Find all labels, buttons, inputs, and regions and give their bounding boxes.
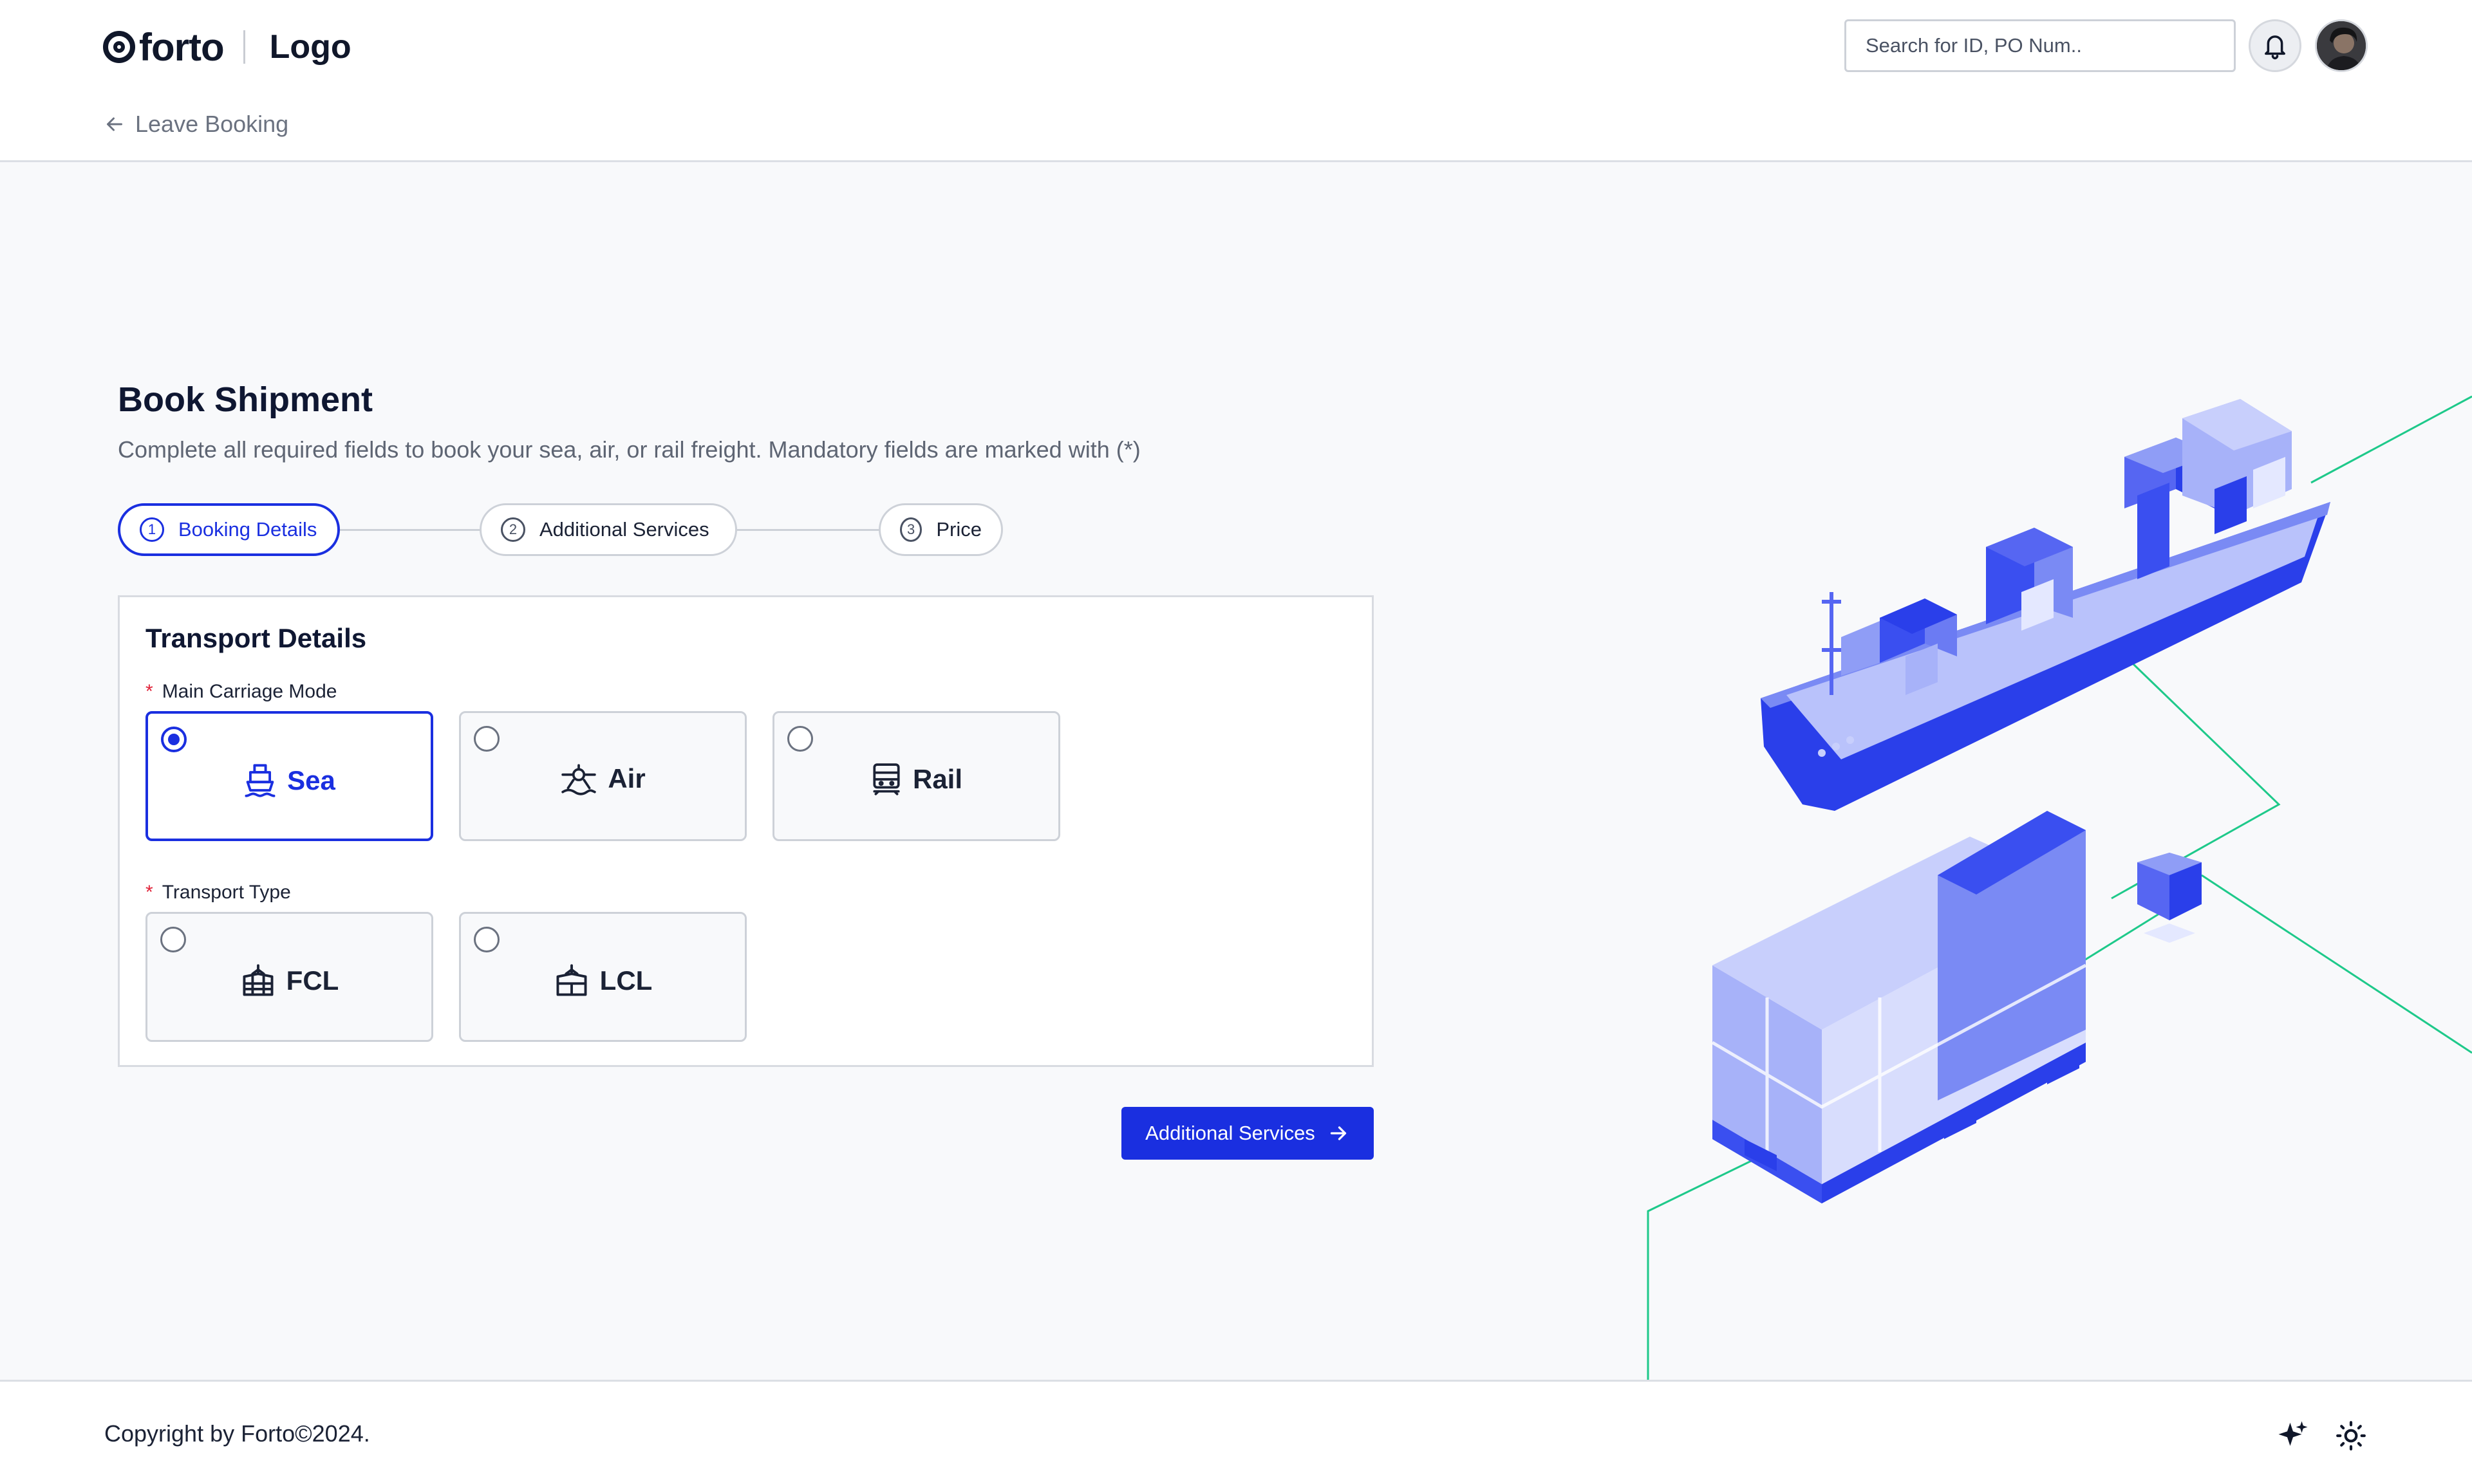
arrow-left-icon (107, 117, 122, 131)
sun-icon (2336, 1421, 2366, 1451)
required-asterisk: * (145, 882, 153, 903)
step-label: Price (936, 518, 982, 541)
option-label: FCL (286, 965, 339, 996)
card-title: Transport Details (145, 623, 367, 653)
copyright-text: Copyright by Forto©2024. (104, 1420, 370, 1447)
brand[interactable]: forto Logo (103, 24, 351, 70)
button-label: Additional Services (1145, 1122, 1315, 1144)
transport-option-lcl[interactable]: LCL (459, 912, 747, 1042)
option-label: LCL (599, 965, 653, 996)
page-subtitle: Complete all required fields to book you… (118, 436, 1141, 463)
step-number: 3 (900, 517, 922, 542)
radio-fcl[interactable] (160, 927, 186, 952)
main-carriage-mode-label: * Main Carriage Mode (145, 681, 337, 702)
train-icon (873, 763, 900, 795)
transport-option-fcl[interactable]: FCL (145, 912, 433, 1042)
option-label: Rail (912, 764, 963, 794)
step-additional-services[interactable]: 2 Additional Services (480, 503, 737, 556)
brand-divider (243, 30, 245, 64)
additional-services-button[interactable]: Additional Services (1121, 1107, 1374, 1160)
theme-toggle-button[interactable] (2332, 1416, 2370, 1455)
ship-icon (245, 764, 276, 797)
ship-and-cargo-illustration (1647, 395, 2472, 1381)
step-number: 1 (140, 517, 164, 542)
option-label: Air (608, 763, 646, 793)
shipping-illustration (1635, 360, 2472, 1381)
radio-sea[interactable] (161, 727, 187, 752)
step-price[interactable]: 3 Price (879, 503, 1003, 556)
user-avatar[interactable] (2315, 19, 2368, 72)
radio-rail[interactable] (787, 726, 813, 752)
radio-air[interactable] (474, 726, 500, 752)
option-label: Sea (287, 765, 335, 795)
airplane-icon (561, 764, 597, 795)
stepper-connector (340, 529, 486, 531)
container-icon (243, 964, 274, 996)
notifications-button[interactable] (2249, 19, 2301, 72)
stepper-connector (737, 529, 888, 531)
required-asterisk: * (145, 681, 153, 702)
logo-text: Logo (269, 28, 351, 66)
avatar-image (2317, 21, 2366, 70)
step-number: 2 (501, 517, 525, 542)
brand-name: forto (139, 25, 225, 69)
leave-booking-label: Leave Booking (135, 111, 289, 137)
bell-icon (2265, 35, 2285, 60)
booking-stepper: 1 Booking Details 2 Additional Services … (118, 503, 1003, 556)
step-label: Booking Details (178, 518, 317, 541)
carriage-option-rail[interactable]: Rail (772, 711, 1060, 841)
search-input[interactable] (1844, 19, 2236, 72)
page-footer: Copyright by Forto©2024. (0, 1380, 2472, 1484)
forto-logo-icon (103, 31, 135, 63)
step-booking-details[interactable]: 1 Booking Details (118, 503, 340, 556)
top-header: forto Logo Leave Booking (0, 0, 2472, 162)
sparkle-icon (2278, 1421, 2308, 1446)
leave-booking-link[interactable]: Leave Booking (103, 111, 288, 138)
carriage-option-air[interactable]: Air (459, 711, 747, 841)
step-label: Additional Services (539, 518, 709, 541)
carriage-option-sea[interactable]: Sea (145, 711, 433, 841)
container-icon (556, 964, 587, 996)
arrow-right-icon (1330, 1126, 1346, 1140)
transport-type-label: * Transport Type (145, 882, 291, 903)
transport-details-card: Transport Details * Main Carriage Mode Se… (118, 595, 1374, 1067)
ai-sparkle-button[interactable] (2274, 1416, 2312, 1455)
page-title: Book Shipment (118, 380, 373, 419)
radio-lcl[interactable] (474, 927, 500, 952)
